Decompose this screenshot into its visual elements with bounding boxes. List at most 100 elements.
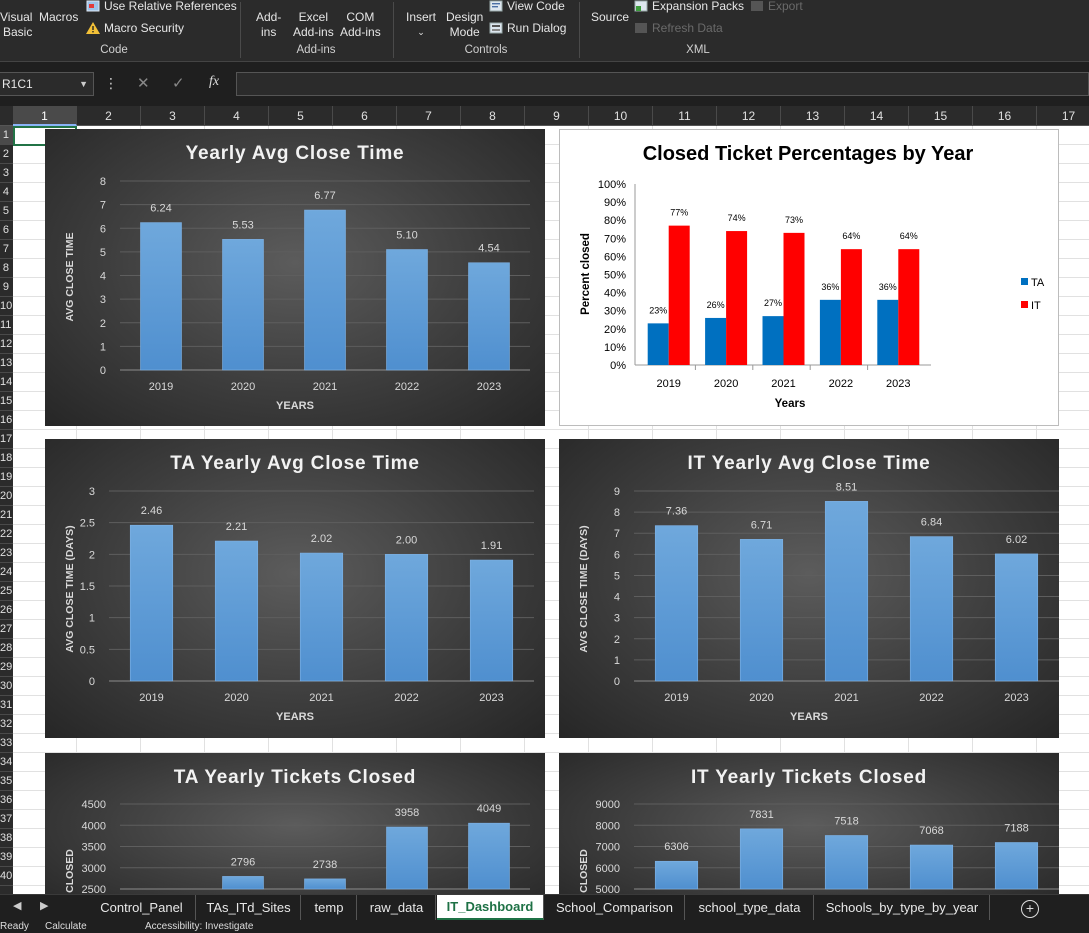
row-header[interactable]: 20 <box>0 487 13 506</box>
column-header[interactable]: 3 <box>141 106 205 126</box>
row-header[interactable]: 24 <box>0 563 13 582</box>
row-header[interactable]: 22 <box>0 525 13 544</box>
row-header[interactable]: 2 <box>0 145 13 164</box>
status-calculate[interactable]: Calculate <box>45 920 87 933</box>
it-yearly-avg-close-time-chart[interactable]: IT Yearly Avg Close Time 0 1 2 3 4 5 6 7 8 9 7.36 20… <box>559 439 1059 738</box>
column-header[interactable]: 11 <box>653 106 717 126</box>
enter-icon[interactable]: ✓ <box>172 74 185 92</box>
macro-security-button[interactable]: Macro Security <box>86 21 184 36</box>
column-header[interactable]: 6 <box>333 106 397 126</box>
row-header[interactable]: 35 <box>0 772 13 791</box>
name-box[interactable]: R1C1 ▼ <box>0 72 94 96</box>
row-header[interactable]: 6 <box>0 221 13 240</box>
status-accessibility[interactable]: Accessibility: Investigate <box>145 920 253 933</box>
row-header[interactable]: 31 <box>0 696 13 715</box>
sheet-tab-control-panel[interactable]: Control_Panel <box>88 895 196 921</box>
row-header[interactable]: 9 <box>0 278 13 297</box>
sheet-tab-tas-itd-sites[interactable]: TAs_ITd_Sites <box>197 895 301 921</box>
formula-input[interactable] <box>236 72 1089 96</box>
row-header[interactable]: 30 <box>0 677 13 696</box>
row-header[interactable]: 23 <box>0 544 13 563</box>
column-header[interactable]: 5 <box>269 106 333 126</box>
column-header[interactable]: 8 <box>461 106 525 126</box>
row-header[interactable]: 33 <box>0 734 13 753</box>
row-header[interactable]: 4 <box>0 183 13 202</box>
row-header[interactable]: 28 <box>0 639 13 658</box>
addins-button[interactable]: Add- ins <box>256 10 281 40</box>
insert-control-button[interactable]: Insert ⌄ <box>406 10 436 40</box>
com-addins-button[interactable]: COM Add-ins <box>340 10 381 40</box>
sheet-tab-raw-data[interactable]: raw_data <box>358 895 436 921</box>
row-header[interactable]: 21 <box>0 506 13 525</box>
row-header[interactable]: 37 <box>0 810 13 829</box>
row-header[interactable]: 7 <box>0 240 13 259</box>
row-header[interactable]: 17 <box>0 430 13 449</box>
it-yearly-tickets-closed-chart[interactable]: IT Yearly Tickets Closed 5000 6000 7000 8000… <box>559 753 1059 894</box>
row-header[interactable]: 27 <box>0 620 13 639</box>
cancel-icon[interactable]: ✕ <box>137 74 150 92</box>
column-header[interactable]: 17 <box>1037 106 1089 126</box>
ta-yearly-tickets-closed-chart[interactable]: TA Yearly Tickets Closed 2500 3000 3500 4000… <box>45 753 545 894</box>
sheet-tab-school-type-data[interactable]: school_type_data <box>686 895 814 921</box>
row-header[interactable]: 16 <box>0 411 13 430</box>
next-sheet-icon[interactable]: ▶ <box>40 899 48 912</box>
column-header[interactable]: 14 <box>845 106 909 126</box>
bar-2023 <box>994 553 1039 682</box>
add-sheet-icon[interactable]: + <box>1021 900 1039 918</box>
sheet-tab-school-comparison[interactable]: School_Comparison <box>545 895 685 921</box>
row-header[interactable]: 29 <box>0 658 13 677</box>
row-header[interactable]: 13 <box>0 354 13 373</box>
row-header[interactable]: 15 <box>0 392 13 411</box>
row-header[interactable]: 11 <box>0 316 13 335</box>
use-relative-references-button[interactable]: Use Relative References <box>86 0 237 14</box>
row-header[interactable]: 10 <box>0 297 13 316</box>
column-header[interactable]: 16 <box>973 106 1037 126</box>
column-header[interactable]: 12 <box>717 106 781 126</box>
design-mode-button[interactable]: Design Mode <box>446 10 483 40</box>
row-header[interactable]: 38 <box>0 829 13 848</box>
row-header[interactable]: 32 <box>0 715 13 734</box>
row-header[interactable]: 25 <box>0 582 13 601</box>
row-header[interactable]: 14 <box>0 373 13 392</box>
column-header[interactable]: 15 <box>909 106 973 126</box>
row-header[interactable]: 8 <box>0 259 13 278</box>
row-header[interactable]: 12 <box>0 335 13 354</box>
sheet-tab-temp[interactable]: temp <box>302 895 357 921</box>
source-button[interactable]: Source <box>591 10 629 25</box>
column-header[interactable]: 4 <box>205 106 269 126</box>
row-header[interactable]: 3 <box>0 164 13 183</box>
expansion-packs-button[interactable]: Expansion Packs <box>634 0 744 14</box>
column-header[interactable]: 7 <box>397 106 461 126</box>
run-dialog-button[interactable]: Run Dialog <box>489 21 566 36</box>
insert-function-icon[interactable]: fx <box>209 74 219 90</box>
row-header[interactable]: 39 <box>0 848 13 867</box>
column-header[interactable]: 10 <box>589 106 653 126</box>
excel-addins-button[interactable]: Excel Add-ins <box>293 10 334 40</box>
column-header[interactable]: 2 <box>77 106 141 126</box>
row-header[interactable]: 18 <box>0 449 13 468</box>
closed-ticket-percentages-chart[interactable]: Closed Ticket Percentages by Year 0% 10% 20… <box>559 129 1059 426</box>
column-header[interactable]: 13 <box>781 106 845 126</box>
chevron-down-icon[interactable]: ▼ <box>79 73 88 95</box>
sheet-tab-schools-by-type-by-year[interactable]: Schools_by_type_by_year <box>815 895 990 921</box>
row-header[interactable]: 5 <box>0 202 13 221</box>
row-header[interactable]: 40 <box>0 867 13 886</box>
row-header[interactable]: 34 <box>0 753 13 772</box>
visual-basic-button[interactable]: Visual Basic <box>0 10 32 40</box>
export-button[interactable]: Export <box>750 0 803 14</box>
row-header[interactable]: 26 <box>0 601 13 620</box>
row-header[interactable]: 1 <box>0 126 13 145</box>
row-header[interactable]: 19 <box>0 468 13 487</box>
yearly-avg-close-time-chart[interactable]: Yearly Avg Close Time 0 1 2 3 4 5 6 7 8 6.24 2019 5.… <box>45 129 545 426</box>
row-header[interactable]: 36 <box>0 791 13 810</box>
column-header[interactable]: 1 <box>13 106 77 126</box>
refresh-data-button[interactable]: Refresh Data <box>634 21 723 36</box>
sheet-tab-it-dashboard[interactable]: IT_Dashboard <box>437 895 544 921</box>
ta-yearly-avg-close-time-chart[interactable]: TA Yearly Avg Close Time 0 0.5 1 1.5 2 2.5 3 2.4… <box>45 439 545 738</box>
view-code-button[interactable]: View Code <box>489 0 565 14</box>
macros-button[interactable]: Macros <box>39 10 78 25</box>
column-header[interactable]: 9 <box>525 106 589 126</box>
worksheet-grid[interactable]: Yearly Avg Close Time 0 1 2 3 4 5 6 7 8 6.24 2019 5.… <box>13 126 1089 894</box>
prev-sheet-icon[interactable]: ◀ <box>13 899 21 912</box>
more-options-icon[interactable]: ⋮ <box>104 75 118 92</box>
